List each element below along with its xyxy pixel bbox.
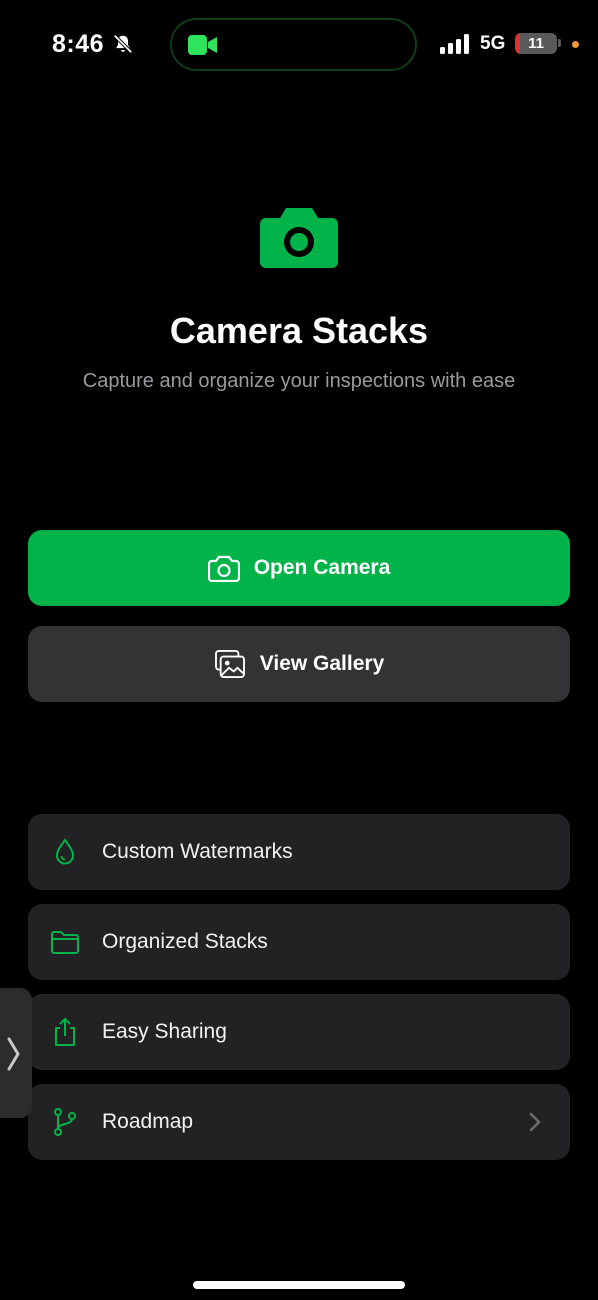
feature-label: Custom Watermarks	[102, 840, 293, 863]
feature-label: Easy Sharing	[102, 1020, 227, 1043]
feature-label: Organized Stacks	[102, 930, 268, 953]
feature-row-organized-stacks[interactable]: Organized Stacks	[28, 904, 570, 980]
app-screen: 8:46 5G 11 Camera Stacks Capture and org…	[0, 0, 598, 1300]
open-camera-label: Open Camera	[253, 556, 391, 579]
battery-icon: 11	[515, 33, 557, 54]
camera-outline-icon	[207, 555, 240, 582]
view-gallery-label: View Gallery	[259, 652, 385, 675]
feature-row-roadmap[interactable]: Roadmap	[28, 1084, 570, 1160]
status-time: 8:46	[52, 30, 105, 58]
video-camera-icon	[188, 35, 217, 55]
home-indicator[interactable]	[193, 1281, 405, 1289]
bell-slash-icon	[113, 34, 133, 54]
side-panel-handle[interactable]	[0, 988, 32, 1118]
view-gallery-button[interactable]: View Gallery	[28, 626, 570, 702]
app-subtitle: Capture and organize your inspections wi…	[82, 370, 516, 392]
photo-gallery-icon	[214, 650, 245, 678]
branch-icon	[54, 1108, 76, 1136]
dynamic-island[interactable]	[170, 18, 417, 71]
feature-label: Roadmap	[102, 1110, 194, 1133]
battery-cap	[558, 39, 561, 47]
chevron-right-icon	[529, 1112, 541, 1132]
network-type: 5G	[480, 33, 506, 54]
feature-row-easy-sharing[interactable]: Easy Sharing	[28, 994, 570, 1070]
open-camera-button[interactable]: Open Camera	[28, 530, 570, 606]
folder-icon	[51, 931, 79, 954]
cellular-signal-icon	[440, 34, 469, 54]
feature-row-custom-watermarks[interactable]: Custom Watermarks	[28, 814, 570, 890]
droplet-icon	[55, 838, 75, 865]
privacy-indicator-dot	[572, 41, 579, 48]
chevron-right-icon	[7, 1037, 20, 1071]
battery-level-text: 11	[528, 35, 544, 52]
camera-icon	[260, 208, 338, 268]
app-title: Camera Stacks	[169, 310, 429, 351]
share-icon	[55, 1018, 75, 1046]
